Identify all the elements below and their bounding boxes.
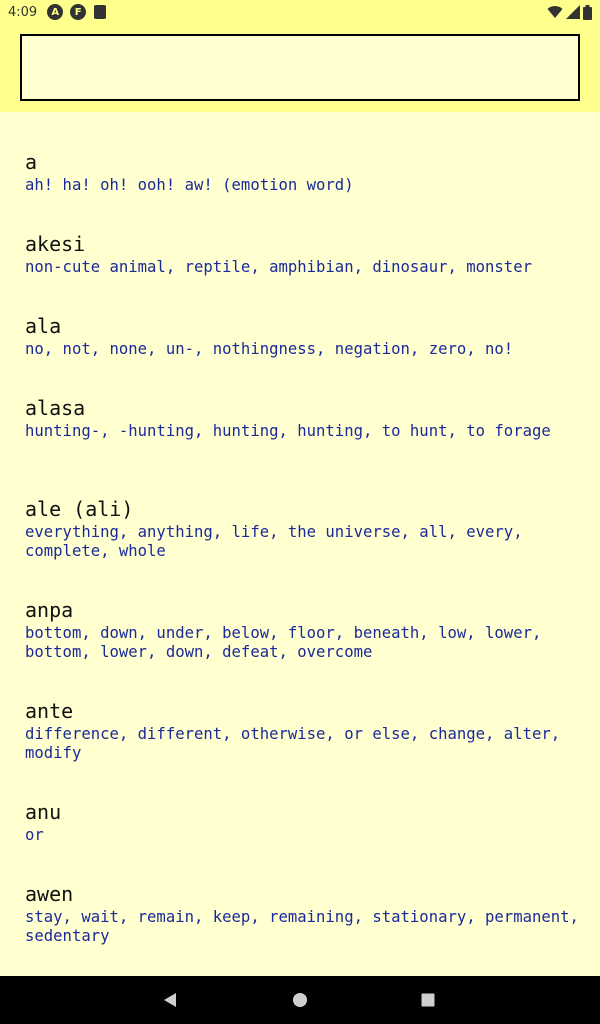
home-circle-icon [293, 993, 307, 1007]
sd-card-icon [94, 5, 107, 19]
entry-word: alasa [25, 396, 86, 420]
word-list[interactable]: a ah! ha! oh! ooh! aw! (emotion word) ak… [0, 112, 600, 976]
home-button[interactable] [290, 990, 310, 1010]
entry-definition: or [25, 826, 44, 844]
back-triangle-icon [164, 993, 176, 1007]
search-input[interactable] [20, 34, 580, 101]
list-item[interactable]: akesi non-cute animal, reptile, amphibia… [25, 231, 585, 277]
entry-word: a [25, 150, 38, 174]
entry-definition: hunting-, -hunting, hunting, hunting, to… [25, 422, 551, 440]
list-item[interactable]: anpa bottom, down, under, below, floor, … [25, 597, 585, 662]
recents-button[interactable] [418, 990, 438, 1010]
entry-definition: bottom, down, under, below, floor, benea… [25, 624, 542, 661]
entry-word: awen [25, 882, 74, 906]
list-item[interactable]: ante difference, different, otherwise, o… [25, 698, 585, 763]
list-item[interactable]: a ah! ha! oh! ooh! aw! (emotion word) [25, 149, 585, 195]
entry-definition: everything, anything, life, the universe… [25, 523, 523, 560]
entry-word: ante [25, 699, 74, 723]
battery-icon [583, 4, 592, 20]
entry-definition: non-cute animal, reptile, amphibian, din… [25, 258, 532, 276]
android-icon: A [47, 4, 64, 20]
entry-definition: ah! ha! oh! ooh! aw! (emotion word) [25, 176, 354, 194]
entry-definition: no, not, none, un-, nothingness, negatio… [25, 340, 514, 358]
entry-definition: difference, different, otherwise, or els… [25, 725, 561, 762]
list-item[interactable]: anu or [25, 799, 585, 845]
entry-word: anu [25, 800, 62, 824]
search-header [0, 24, 600, 112]
wifi-icon [547, 6, 563, 19]
entry-definition: stay, wait, remain, keep, remaining, sta… [25, 908, 579, 945]
back-button[interactable] [160, 990, 180, 1010]
list-item[interactable]: alasa hunting-, -hunting, hunting, hunti… [25, 395, 585, 441]
navigation-bar [0, 976, 600, 1024]
entry-word: ala [25, 314, 62, 338]
list-item[interactable]: awen stay, wait, remain, keep, remaining… [25, 881, 585, 946]
recents-square-icon [421, 993, 435, 1007]
list-item[interactable]: ala no, not, none, un-, nothingness, neg… [25, 313, 585, 359]
entry-word: akesi [25, 232, 86, 256]
list-item[interactable]: ale (ali) everything, anything, life, th… [25, 496, 585, 561]
entry-word: ale (ali) [25, 497, 134, 521]
f-icon: F [70, 4, 87, 20]
status-bar: 4:09 A F [0, 0, 600, 24]
signal-icon [566, 5, 580, 19]
status-time: 4:09 [8, 4, 38, 20]
entry-word: anpa [25, 598, 74, 622]
